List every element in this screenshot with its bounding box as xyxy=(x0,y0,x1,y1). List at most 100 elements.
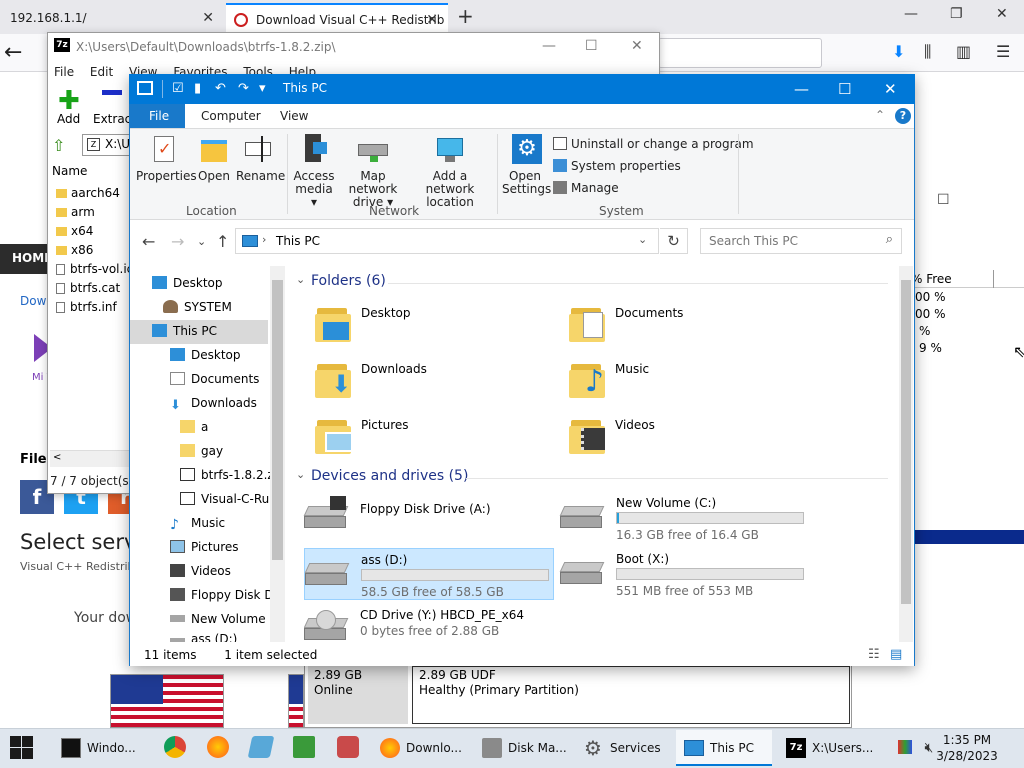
tab-view[interactable]: View xyxy=(280,109,308,123)
close-icon[interactable]: ✕ xyxy=(202,10,214,26)
back-arrow-icon[interactable]: ← xyxy=(142,232,155,251)
nav-item-documents[interactable]: Documents xyxy=(130,368,268,392)
spreadsheet-icon[interactable] xyxy=(293,736,315,758)
free-column-header[interactable]: % Free xyxy=(909,272,1024,288)
list-item[interactable]: btrfs-vol.ic xyxy=(56,262,133,281)
system-properties-button[interactable]: System properties xyxy=(553,159,681,173)
customize-qa-icon[interactable]: ▾ xyxy=(259,82,273,96)
undo-icon[interactable]: ↶ xyxy=(215,82,229,96)
folder-item-desktop[interactable]: Desktop xyxy=(315,300,555,352)
nav-item-new-volume[interactable]: New Volume (C xyxy=(130,608,283,632)
add-button[interactable]: Add xyxy=(57,112,80,126)
taskbar-app-disk-management[interactable]: Disk Ma... xyxy=(474,730,570,766)
list-item[interactable]: aarch64 xyxy=(56,186,120,205)
folder-item-downloads[interactable]: ⬇ Downloads xyxy=(315,356,555,408)
site-nav-home[interactable]: HOME xyxy=(0,244,52,274)
sidebar-icon[interactable]: ▥ xyxy=(956,42,971,61)
horizontal-scrollbar[interactable]: < xyxy=(50,450,130,467)
nav-item-downloads[interactable]: ⬇ Downloads xyxy=(130,392,268,416)
url-bar[interactable] xyxy=(658,38,822,68)
nav-item-folder-a[interactable]: a xyxy=(130,416,268,440)
path-field[interactable]: Z X:\Us xyxy=(82,134,130,156)
nav-item-this-pc[interactable]: This PC xyxy=(130,320,268,344)
taskbar-app-this-pc[interactable]: This PC xyxy=(676,730,772,766)
drive-item-c[interactable]: New Volume (C:) 16.3 GB free of 16.4 GB xyxy=(559,492,810,544)
list-item[interactable]: x86 xyxy=(56,243,93,262)
folder-item-documents[interactable]: Documents xyxy=(569,300,809,352)
tiles-view-icon[interactable]: ▤ xyxy=(890,647,902,662)
drive-item-y[interactable]: CD Drive (Y:) HBCD_PE_x64 0 bytes free o… xyxy=(304,604,554,642)
forward-arrow-icon[interactable]: → xyxy=(171,232,184,251)
chrome-icon[interactable] xyxy=(164,736,186,758)
close-icon[interactable]: ✕ xyxy=(426,12,438,28)
extract-icon[interactable] xyxy=(102,90,122,95)
rename-button[interactable]: Rename xyxy=(236,132,285,183)
name-column-header[interactable]: Name xyxy=(52,164,87,178)
up-folder-icon[interactable]: ⇧ xyxy=(52,136,72,155)
open-settings-button[interactable]: ⚙ Open Settings xyxy=(502,132,551,196)
drives-group-header[interactable]: Devices and drives (5) xyxy=(311,468,468,484)
library-icon[interactable]: ⫼ xyxy=(924,42,931,62)
nav-item-pictures[interactable]: Pictures xyxy=(130,536,268,560)
nav-item-videos[interactable]: Videos xyxy=(130,560,268,584)
folder-item-pictures[interactable]: Pictures xyxy=(315,412,555,464)
clock[interactable]: 1:35 PM 3/28/2023 xyxy=(912,732,1022,764)
nav-item-desktop-sub[interactable]: Desktop xyxy=(130,344,268,368)
chevron-down-icon[interactable]: ⌄ xyxy=(638,233,647,246)
nav-scroll-thumb[interactable] xyxy=(272,280,283,560)
menu-file[interactable]: File xyxy=(54,65,74,79)
folder-item-music[interactable]: ♪ Music xyxy=(569,356,809,408)
refresh-icon[interactable]: ↻ xyxy=(660,228,688,254)
chevron-down-icon[interactable]: ⌄ xyxy=(296,468,305,481)
up-arrow-icon[interactable]: ↑ xyxy=(216,232,229,251)
close-icon[interactable]: ✕ xyxy=(631,38,643,54)
menu-edit[interactable]: Edit xyxy=(90,65,113,79)
folder-item-videos[interactable]: Videos xyxy=(569,412,809,464)
search-input[interactable]: Search This PC ⌕ xyxy=(700,228,902,254)
details-view-icon[interactable]: ☷ xyxy=(868,647,880,662)
tools-icon[interactable] xyxy=(337,736,359,758)
folders-group-header[interactable]: Folders (6) xyxy=(311,273,386,289)
nav-item-ass-d[interactable]: ass (D:) xyxy=(130,632,268,642)
nav-item-desktop[interactable]: Desktop xyxy=(130,272,268,296)
maximize-icon[interactable]: ☐ xyxy=(585,38,598,54)
maximize-icon[interactable]: ☐ xyxy=(838,80,851,98)
new-tab-icon[interactable]: + xyxy=(457,4,474,28)
properties-button[interactable]: ✓ Properties xyxy=(136,132,197,183)
chevron-down-icon[interactable]: ⌄ xyxy=(296,273,305,286)
map-network-drive-button[interactable]: Map network drive ▾ xyxy=(336,132,410,209)
site-download-link[interactable]: Dow xyxy=(20,294,46,308)
uninstall-button[interactable]: Uninstall or change a program xyxy=(553,137,754,151)
chevron-left-icon[interactable]: < xyxy=(53,452,61,463)
open-button[interactable]: Open xyxy=(196,132,232,183)
nav-item-btrfs-zip[interactable]: btrfs-1.8.2.zip xyxy=(130,464,285,488)
download-icon[interactable]: ⬇ xyxy=(892,42,905,61)
restore-icon[interactable]: ❐ xyxy=(950,6,963,22)
firefox-icon[interactable] xyxy=(207,736,229,758)
content-scroll-thumb[interactable] xyxy=(901,280,911,604)
us-flag-icon[interactable] xyxy=(288,674,304,728)
help-icon[interactable]: ? xyxy=(895,108,911,124)
back-arrow-icon[interactable]: ← xyxy=(4,40,34,68)
list-item[interactable]: x64 xyxy=(56,224,93,243)
add-network-location-button[interactable]: Add a network location xyxy=(410,132,490,209)
list-item[interactable]: btrfs.inf xyxy=(56,300,117,319)
taskbar-app-firefox-download[interactable]: Downlo... xyxy=(372,730,466,766)
partition-cell[interactable]: 2.89 GB UDF Healthy (Primary Partition) xyxy=(412,666,850,724)
menu-icon[interactable]: ☰ xyxy=(996,42,1010,61)
nav-item-music[interactable]: ♪ Music xyxy=(130,512,268,536)
minimize-icon[interactable]: — xyxy=(542,38,556,54)
start-button[interactable] xyxy=(10,736,34,760)
nav-item-visual-c-run[interactable]: Visual-C-Run xyxy=(130,488,277,512)
minimize-icon[interactable]: — xyxy=(794,80,809,98)
notepad-icon[interactable] xyxy=(247,736,275,758)
drive-item-x[interactable]: Boot (X:) 551 MB free of 553 MB xyxy=(559,548,810,600)
manage-button[interactable]: Manage xyxy=(553,181,619,195)
redo-icon[interactable]: ↷ xyxy=(238,82,252,96)
close-icon[interactable]: ✕ xyxy=(996,6,1008,22)
tab-file[interactable]: File xyxy=(130,104,185,128)
minimize-icon[interactable]: — xyxy=(904,6,918,22)
drive-item-d[interactable]: ass (D:) 58.5 GB free of 58.5 GB xyxy=(304,548,554,600)
restore-icon[interactable]: ☐ xyxy=(937,192,950,208)
list-item[interactable]: arm xyxy=(56,205,95,224)
